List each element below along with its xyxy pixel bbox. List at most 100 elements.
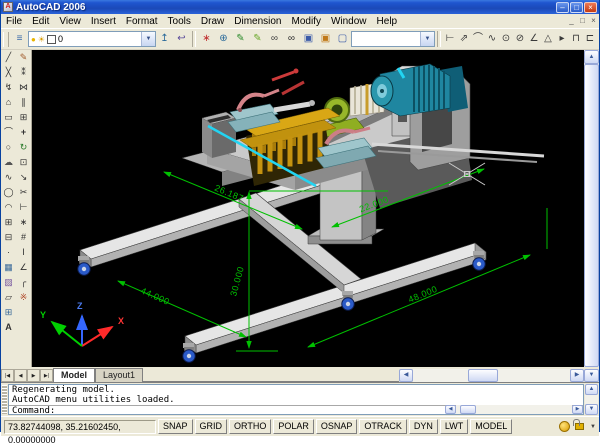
doc-close-button[interactable]: ×	[588, 15, 599, 27]
horizontal-scroll-track[interactable]	[413, 369, 570, 382]
blue-cube-arrow-icon[interactable]: ▢	[334, 31, 351, 48]
aligned-dimension-icon[interactable]: ⇗	[457, 31, 471, 48]
coordinate-display[interactable]: 73.82744098, 35.21602450, 0.00000000	[4, 420, 156, 434]
chevron-down-icon[interactable]: ▼	[141, 32, 155, 46]
explode-tool-icon[interactable]: ※	[16, 290, 31, 305]
trim-tool-icon[interactable]: ✂	[16, 185, 31, 200]
command-vertical-scrollbar[interactable]: ▲ ▼	[585, 384, 598, 415]
layer-properties-manager-icon[interactable]: ≡	[11, 31, 28, 48]
copy-tool-icon[interactable]: ⁑	[16, 65, 31, 80]
menu-modify[interactable]: Modify	[287, 15, 326, 28]
menu-dimension[interactable]: Dimension	[229, 15, 286, 28]
rectangle-tool-icon[interactable]: ▭	[1, 110, 16, 125]
minimize-button[interactable]: –	[556, 2, 569, 13]
status-menu-icon[interactable]: ▼	[590, 424, 596, 430]
multiline-text-tool-icon[interactable]: A	[1, 320, 16, 335]
command-hscroll-track[interactable]	[456, 405, 572, 414]
baseline-dimension-icon[interactable]: ▸	[555, 31, 569, 48]
extend-tool-icon[interactable]: ⊢	[16, 200, 31, 215]
vertical-scroll-thumb[interactable]	[584, 64, 599, 367]
linear-dimension-icon[interactable]: ⊢	[443, 31, 457, 48]
scroll-up-icon[interactable]: ▲	[584, 50, 599, 64]
chevron-down-icon[interactable]: ▼	[420, 32, 434, 46]
blue-cube-icon[interactable]: ▣	[300, 31, 317, 48]
insert-block-tool-icon[interactable]: ⊞	[1, 215, 16, 230]
green-pencil-2-icon[interactable]: ✎	[249, 31, 266, 48]
layer-previous-icon[interactable]: ↩	[173, 31, 190, 48]
command-window-grip[interactable]	[2, 385, 7, 414]
menu-window[interactable]: Window	[326, 15, 372, 28]
erase-tool-icon[interactable]: ✎	[16, 50, 31, 65]
radius-dimension-icon[interactable]: ⊙	[499, 31, 513, 48]
first-tab-button[interactable]: |◀	[1, 369, 14, 382]
layer-dropdown[interactable]: ● ☀ 0 ▼	[28, 31, 156, 47]
zoom-star-icon[interactable]: ⊕	[215, 31, 232, 48]
chamfer-tool-icon[interactable]: ∠	[16, 260, 31, 275]
ellipse-arc-tool-icon[interactable]: ◠	[1, 200, 16, 215]
dimension-style-icon[interactable]: ⊏	[583, 31, 597, 48]
command-horizontal-scrollbar[interactable]: ◀ ▶	[445, 405, 583, 414]
line-tool-icon[interactable]: ╱	[1, 50, 16, 65]
last-tab-button[interactable]: ▶|	[40, 369, 53, 382]
next-tab-button[interactable]: ▶	[27, 369, 40, 382]
hatch-tool-icon[interactable]: ▦	[1, 260, 16, 275]
tab-model[interactable]: Model	[53, 368, 95, 382]
menu-help[interactable]: Help	[372, 15, 403, 28]
scroll-down-icon[interactable]: ▼	[584, 369, 599, 382]
menu-view[interactable]: View	[54, 15, 86, 28]
binoculars-plus-icon[interactable]: ∞	[283, 31, 300, 48]
communication-center-icon[interactable]	[559, 421, 570, 432]
stretch-tool-icon[interactable]: ↘	[16, 170, 31, 185]
quick-dimension-icon[interactable]: △	[541, 31, 555, 48]
rotate-tool-icon[interactable]: ↻	[16, 140, 31, 155]
scroll-up-icon[interactable]: ▲	[585, 384, 598, 395]
menu-draw[interactable]: Draw	[196, 15, 229, 28]
move-tool-icon[interactable]: +	[16, 125, 31, 140]
scroll-left-icon[interactable]: ◀	[399, 369, 413, 382]
doc-restore-button[interactable]: □	[577, 15, 588, 27]
menu-file[interactable]: File	[1, 15, 27, 28]
angular-dimension-icon[interactable]: ∠	[527, 31, 541, 48]
green-pencil-icon[interactable]: ✎	[232, 31, 249, 48]
diameter-dimension-icon[interactable]: ⊘	[513, 31, 527, 48]
binoculars-icon[interactable]: ∞	[266, 31, 283, 48]
scroll-right-icon[interactable]: ▶	[570, 369, 584, 382]
circle-tool-icon[interactable]: ○	[1, 140, 16, 155]
menu-insert[interactable]: Insert	[86, 15, 121, 28]
offset-tool-icon[interactable]: ∥	[16, 95, 31, 110]
jogged-dimension-icon[interactable]: ∿	[485, 31, 499, 48]
break-tool-icon[interactable]: #	[16, 230, 31, 245]
style-dropdown[interactable]: ▼	[351, 31, 435, 47]
menu-tools[interactable]: Tools	[163, 15, 196, 28]
red-arrow-star-icon[interactable]: ∗	[198, 31, 215, 48]
command-hscroll-thumb[interactable]	[460, 405, 476, 414]
arc-tool-icon[interactable]: ⌒	[1, 125, 16, 140]
horizontal-scroll-thumb[interactable]	[468, 369, 498, 382]
fillet-tool-icon[interactable]: ╭	[16, 275, 31, 290]
make-object-layer-current-icon[interactable]: ↥	[156, 31, 173, 48]
horizontal-scrollbar[interactable]: ◀ ▶	[399, 369, 584, 382]
doc-minimize-button[interactable]: _	[566, 15, 577, 27]
polyline-tool-icon[interactable]: ↯	[1, 80, 16, 95]
menu-edit[interactable]: Edit	[27, 15, 54, 28]
revision-cloud-tool-icon[interactable]: ☁	[1, 155, 16, 170]
command-scroll-track[interactable]	[585, 395, 598, 404]
continue-dimension-icon[interactable]: ⊓	[569, 31, 583, 48]
point-tool-icon[interactable]: ·	[1, 245, 16, 260]
table-tool-icon[interactable]: ⊞	[1, 305, 16, 320]
toolbar-lock-icon[interactable]	[575, 423, 584, 430]
region-tool-icon[interactable]: ▱	[1, 290, 16, 305]
toolbar-grip[interactable]	[3, 32, 9, 47]
vertical-scrollbar[interactable]: ▲	[584, 50, 599, 367]
maximize-button[interactable]: □	[570, 2, 583, 13]
make-block-tool-icon[interactable]: ⊟	[1, 230, 16, 245]
mirror-tool-icon[interactable]: ⋈	[16, 80, 31, 95]
orange-cube-icon[interactable]: ▣	[317, 31, 334, 48]
construction-line-tool-icon[interactable]: ╳	[1, 65, 16, 80]
drawing-viewport[interactable]: 26.187 22.000 30.000 44.000 48.000 Z X Y	[32, 50, 584, 367]
ellipse-tool-icon[interactable]: ◯	[1, 185, 16, 200]
scale-tool-icon[interactable]: ⊡	[16, 155, 31, 170]
close-button[interactable]: ×	[584, 2, 597, 13]
join-tool-icon[interactable]: I	[16, 245, 31, 260]
scroll-left-icon[interactable]: ◀	[445, 405, 456, 414]
